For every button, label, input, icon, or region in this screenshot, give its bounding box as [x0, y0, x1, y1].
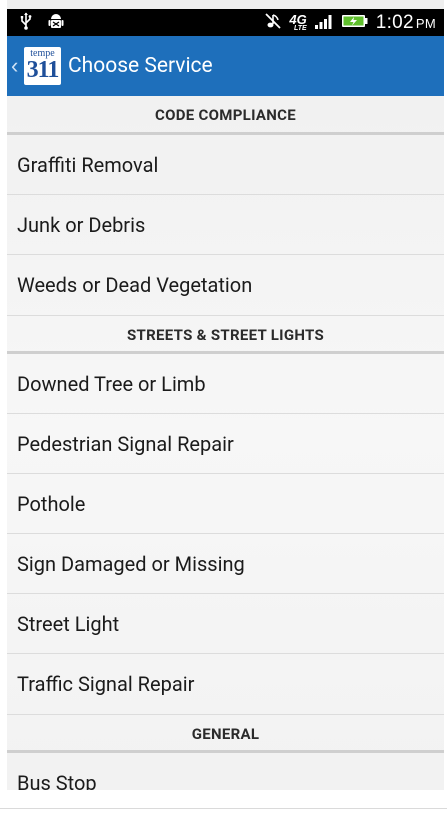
status-time: 1:02 PM	[376, 12, 436, 34]
list-item-pothole[interactable]: Pothole	[7, 474, 444, 534]
list-item-traffic-signal[interactable]: Traffic Signal Repair	[7, 654, 444, 714]
time-ampm: PM	[415, 15, 436, 31]
time-value: 1:02	[375, 11, 414, 33]
android-debug-icon	[47, 12, 65, 34]
list-item-sign-damaged[interactable]: Sign Damaged or Missing	[7, 534, 444, 594]
chevron-left-icon[interactable]: ‹	[11, 55, 21, 77]
battery-charging-icon	[341, 13, 369, 33]
list-item-bus-stop[interactable]: Bus Stop	[7, 753, 444, 790]
divider	[0, 808, 447, 809]
logo-number: 311	[26, 57, 60, 83]
section-header-code-compliance: CODE COMPLIANCE	[7, 96, 444, 135]
section-header-general: GENERAL	[7, 714, 444, 753]
4g-lte-icon: 4G LTE	[289, 13, 306, 32]
signal-icon	[314, 13, 334, 33]
section-header-streets: STREETS & STREET LIGHTS	[7, 315, 444, 354]
app-logo[interactable]: tempe 311	[24, 47, 61, 85]
page-title: Choose Service	[68, 54, 213, 78]
action-bar: ‹ tempe 311 Choose Service	[7, 36, 444, 96]
list-item-junk-or-debris[interactable]: Junk or Debris	[7, 195, 444, 255]
list-item-weeds[interactable]: Weeds or Dead Vegetation	[7, 255, 444, 315]
mute-icon	[264, 12, 282, 34]
app-screen: 4G LTE 1:02 PM ‹ tempe 311 Choose Servic…	[7, 0, 444, 790]
list-item-street-light[interactable]: Street Light	[7, 594, 444, 654]
service-list: CODE COMPLIANCE Graffiti Removal Junk or…	[7, 96, 444, 790]
list-item-downed-tree[interactable]: Downed Tree or Limb	[7, 354, 444, 414]
list-item-graffiti-removal[interactable]: Graffiti Removal	[7, 135, 444, 195]
status-bar: 4G LTE 1:02 PM	[7, 9, 444, 36]
list-item-pedestrian-signal[interactable]: Pedestrian Signal Repair	[7, 414, 444, 474]
usb-icon	[19, 12, 33, 34]
